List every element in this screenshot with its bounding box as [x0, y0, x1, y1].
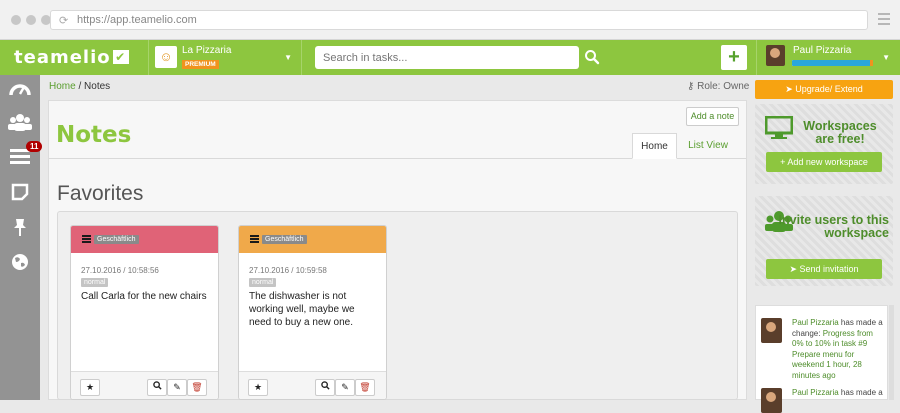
add-workspace-label: Add new workspace: [787, 157, 868, 167]
monitor-icon: [764, 115, 794, 147]
note-date: 27.10.2016 / 10:58:56: [81, 266, 159, 275]
app-header: teamelio✔ ☺ La Pizzaria PREMIUM ▼ + Paul…: [0, 40, 900, 75]
priority-badge: normal: [249, 278, 277, 287]
category-icon: [250, 235, 259, 244]
address-bar[interactable]: ⟳ https://app.teamelio.com: [50, 10, 868, 30]
checkmark-icon: ✔: [112, 50, 129, 64]
user-progress-bar: [792, 60, 872, 66]
avatar: [766, 45, 785, 66]
activity-feed: Paul Pizzaria has made a change: Progres…: [755, 305, 888, 413]
edit-icon[interactable]: ✎: [335, 379, 355, 396]
project-name: La Pizzaria: [182, 45, 232, 56]
send-invitation-button[interactable]: ➤ Send invitation: [766, 259, 882, 279]
breadcrumb-home[interactable]: Home: [49, 81, 76, 92]
category-tag: Geschäftlich: [94, 235, 139, 244]
project-switcher[interactable]: ☺ La Pizzaria PREMIUM ▼: [148, 40, 302, 75]
add-button[interactable]: +: [721, 45, 747, 70]
invite-promo: Invite users to this workspace ➤ Send in…: [755, 196, 893, 286]
url-text: https://app.teamelio.com: [77, 14, 197, 26]
tab-list-view[interactable]: List View: [680, 133, 736, 159]
tasks-count-badge: 11: [26, 141, 43, 152]
note-card-footer: ★ ✎ 🗑: [71, 371, 218, 399]
send-invitation-label: Send invitation: [799, 264, 859, 274]
premium-badge: PREMIUM: [182, 60, 219, 69]
note-card[interactable]: Geschäftlich 27.10.2016 / 10:59:58 norma…: [238, 225, 387, 400]
note-text: The dishwasher is not working well, mayb…: [249, 291, 355, 328]
workspace-promo-title: Workspaces are free!: [803, 119, 877, 146]
tab-home[interactable]: Home: [632, 133, 677, 159]
pin-icon[interactable]: [8, 217, 32, 239]
page-title: Notes: [56, 122, 132, 148]
note-card-footer: ★ ✎ 🗑: [239, 371, 386, 399]
project-logo-icon: ☺: [155, 46, 177, 68]
view-icon[interactable]: [147, 379, 167, 396]
users-icon[interactable]: [8, 112, 32, 134]
user-menu[interactable]: Paul Pizzaria ▼: [756, 40, 900, 75]
trash-icon[interactable]: 🗑: [355, 379, 375, 396]
user-progress-fill: [792, 60, 870, 66]
activity-user[interactable]: Paul Pizzaria: [792, 318, 839, 327]
search-icon[interactable]: [584, 49, 602, 67]
breadcrumb-current: Notes: [84, 81, 111, 92]
chevron-down-icon: ▼: [882, 53, 890, 62]
view-icon[interactable]: [315, 379, 335, 396]
breadcrumb: Home / Notes: [49, 81, 110, 92]
edit-icon[interactable]: ✎: [167, 379, 187, 396]
window-controls: [11, 15, 51, 25]
invite-promo-title: Invite users to this workspace: [778, 213, 889, 240]
browser-menu-icon[interactable]: [878, 13, 890, 28]
send-icon: ➤: [785, 84, 793, 94]
note-text: Call Carla for the new chairs: [81, 291, 207, 302]
search-input[interactable]: [315, 46, 579, 69]
role-text: Role: Owner: [697, 81, 753, 92]
star-icon[interactable]: ★: [80, 379, 100, 396]
teamelio-logo[interactable]: teamelio ✔: [14, 47, 129, 68]
send-icon: ➤: [789, 264, 797, 274]
activity-text: Paul Pizzaria has made a change: Progres…: [792, 318, 886, 381]
breadcrumb-separator: /: [78, 81, 82, 92]
priority-badge: normal: [81, 278, 109, 287]
left-sidebar: 11: [0, 75, 43, 400]
browser-toolbar: ⟳ https://app.teamelio.com: [0, 0, 900, 40]
activity-action: has made a: [840, 388, 883, 397]
user-name: Paul Pizzaria: [793, 45, 852, 56]
upgrade-label: Upgrade/ Extend: [795, 84, 863, 94]
avatar: [761, 318, 782, 343]
globe-icon[interactable]: [8, 252, 32, 274]
notes-icon[interactable]: [8, 182, 32, 204]
role-indicator: ⚷ Role: Owner: [687, 81, 753, 92]
note-date: 27.10.2016 / 10:59:58: [249, 266, 327, 275]
avatar: [761, 388, 782, 413]
user-progress-marker: [870, 60, 873, 66]
upgrade-button[interactable]: ➤ Upgrade/ Extend: [755, 80, 893, 99]
favorites-heading: Favorites: [57, 182, 144, 205]
note-card-header: Geschäftlich: [71, 226, 218, 253]
chevron-down-icon: ▼: [284, 53, 292, 62]
category-tag: Geschäftlich: [262, 235, 307, 244]
reload-icon[interactable]: ⟳: [59, 14, 68, 27]
note-card[interactable]: Geschäftlich 27.10.2016 / 10:58:56 norma…: [70, 225, 219, 400]
feed-scrollbar[interactable]: [889, 305, 894, 400]
activity-user[interactable]: Paul Pizzaria: [792, 388, 839, 397]
add-workspace-button[interactable]: + Add new workspace: [766, 152, 882, 172]
note-card-header: Geschäftlich: [239, 226, 386, 253]
trash-icon[interactable]: 🗑: [187, 379, 207, 396]
plus-icon: +: [780, 157, 786, 167]
dashboard-icon[interactable]: [8, 79, 32, 101]
star-icon[interactable]: ★: [248, 379, 268, 396]
workspace-promo: Workspaces are free! + Add new workspace: [755, 104, 893, 184]
category-icon: [82, 235, 91, 244]
key-icon: ⚷: [687, 81, 695, 92]
activity-text: Paul Pizzaria has made a: [792, 388, 886, 399]
add-note-button[interactable]: Add a note: [686, 107, 739, 126]
